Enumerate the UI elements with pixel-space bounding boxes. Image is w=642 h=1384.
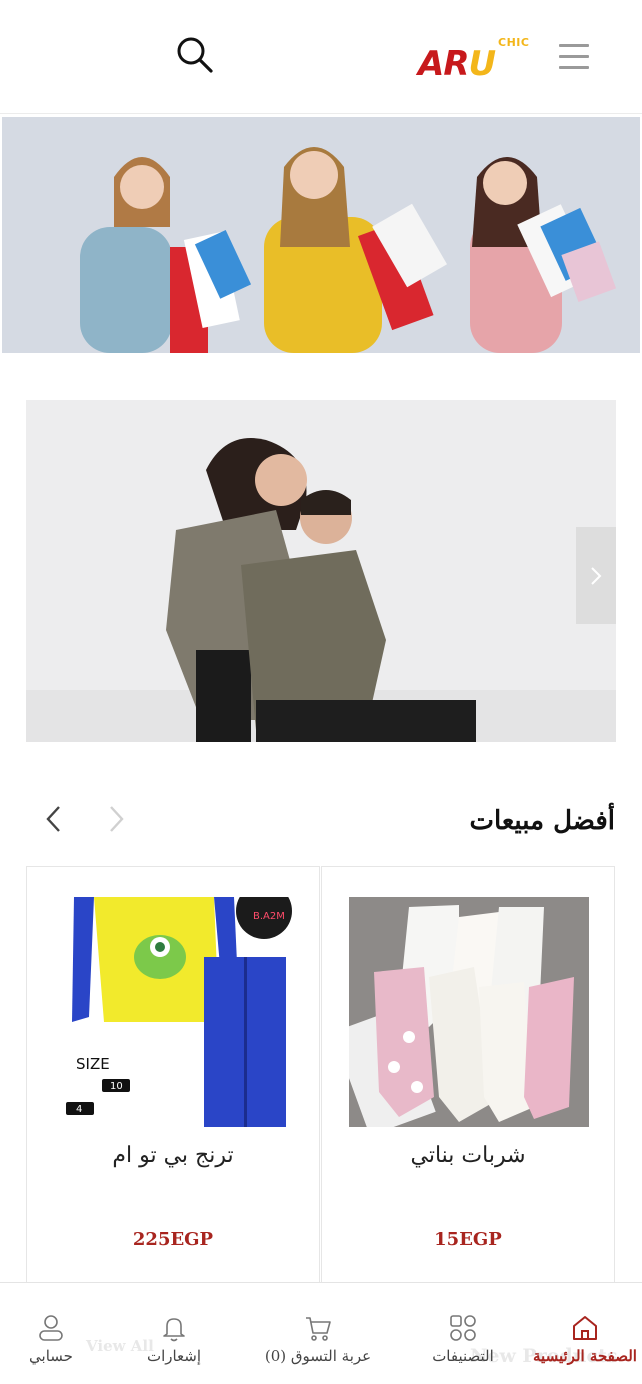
size-label: SIZE [76, 1055, 110, 1073]
bottom-navigation: New Products View All الصفحة الرئيسية ال… [0, 1282, 642, 1384]
size-4: 4 [76, 1104, 82, 1115]
nav-account-label: حسابي [29, 1347, 73, 1365]
nav-categories-label: التصنيفات [432, 1347, 494, 1365]
nav-cart-label: عربة التسوق (0) [264, 1347, 372, 1365]
logo-chic: CHIC [498, 36, 530, 49]
nav-cart[interactable]: عربة التسوق (0) [258, 1283, 378, 1384]
slider-next-button[interactable] [576, 527, 616, 624]
product-image-socks[interactable] [349, 897, 589, 1127]
product-name[interactable]: شربات بناتي [322, 1143, 614, 1168]
chevron-right-icon [591, 567, 602, 585]
product-card[interactable]: B.A2M SIZE 10 4 ترنج بي تو ام 225EGP [26, 866, 320, 1286]
chevron-left-icon [46, 806, 60, 832]
brand-logo[interactable]: ARU CHIC [418, 34, 538, 84]
nav-home[interactable]: الصفحة الرئيسية [530, 1283, 640, 1384]
product-price: 15EGP [434, 1229, 502, 1250]
product-name[interactable]: ترنج بي تو ام [27, 1143, 319, 1168]
top-header: ARU CHIC [0, 0, 642, 114]
user-icon [36, 1313, 66, 1347]
bell-icon [159, 1313, 189, 1347]
nav-notifications-label: إشعارات [146, 1347, 202, 1365]
product-price: 225EGP [132, 1229, 214, 1250]
logo-wordmark: ARU [418, 44, 496, 84]
product-card[interactable]: شربات بناتي 15EGP [321, 866, 615, 1286]
size-10: 10 [110, 1081, 123, 1092]
nav-notifications[interactable]: إشعارات [134, 1283, 214, 1384]
home-icon [570, 1313, 600, 1347]
best-sellers-title: أفضل مبيعات [469, 806, 615, 836]
carousel-next-button[interactable] [102, 802, 130, 836]
nav-categories[interactable]: التصنيفات [418, 1283, 508, 1384]
hamburger-menu-icon[interactable] [559, 44, 589, 74]
cart-icon [303, 1313, 333, 1347]
nav-account[interactable]: حسابي [10, 1283, 92, 1384]
best-sellers-grid: شربات بناتي 15EGP B.A2M SIZE 10 4 ترنج ب… [26, 866, 616, 1286]
hero-slider-image[interactable] [26, 400, 616, 742]
chevron-right-icon [110, 806, 124, 832]
search-icon[interactable] [174, 34, 216, 76]
nav-home-label: الصفحة الرئيسية [533, 1347, 637, 1365]
grid-icon [448, 1313, 478, 1347]
promo-banner-image[interactable] [2, 117, 640, 353]
product-badge: B.A2M [253, 911, 285, 922]
carousel-prev-button[interactable] [40, 802, 68, 836]
product-image-pajama[interactable]: B.A2M SIZE 10 4 [54, 897, 294, 1127]
